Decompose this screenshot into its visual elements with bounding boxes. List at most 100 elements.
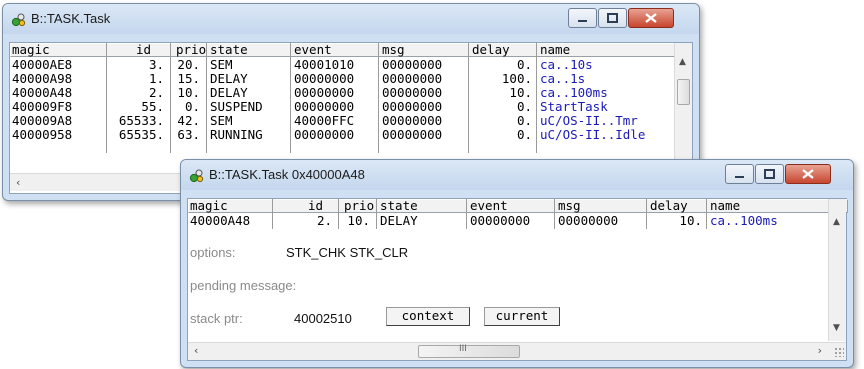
cell-state: RUNNING (210, 127, 263, 142)
col-header-name[interactable]: name (540, 43, 570, 57)
cell-name-link[interactable]: ca..100ms (540, 86, 608, 100)
stack-ptr-label: stack ptr: (190, 311, 243, 326)
col-header-state[interactable]: state (210, 43, 248, 57)
col-header-magic[interactable]: magic (190, 199, 228, 213)
cell-prio: 20. (177, 57, 200, 72)
cell-id: 2. (148, 85, 164, 100)
cell-delay: 10. (679, 213, 702, 228)
horizontal-scroll-thumb[interactable]: III (418, 344, 520, 358)
minimize-button[interactable] (568, 8, 597, 28)
scroll-left-arrow-icon[interactable]: ‹ (16, 176, 20, 189)
cell-id: 65535. (118, 127, 164, 142)
cell-magic: 40000AE8 (12, 57, 73, 72)
task-detail-horizontal-scrollbar[interactable]: ‹ III › (188, 342, 846, 360)
col-header-msg[interactable]: msg (558, 199, 581, 213)
cell-delay: 0. (516, 113, 532, 128)
cell-msg: 00000000 (382, 71, 443, 86)
col-header-state[interactable]: state (380, 199, 418, 213)
cell-event: 00000000 (294, 127, 355, 142)
pending-message-label: pending message: (190, 278, 297, 293)
table-row[interactable]: 40000A98 1. 15. DELAY 00000000 00000000 … (10, 72, 686, 86)
cell-magic: 40000A98 (12, 71, 73, 86)
scroll-up-arrow-icon[interactable]: ▲ (679, 57, 686, 67)
scroll-left-arrow-icon[interactable]: ‹ (194, 344, 198, 357)
current-button[interactable]: current (484, 307, 560, 326)
cell-magic: 40000958 (12, 127, 73, 142)
maximize-icon (607, 13, 618, 23)
cell-name-link[interactable]: uC/OS-II..Tmr (540, 114, 638, 128)
task-detail-titlebar[interactable]: B::TASK.Task 0x40000A48 (181, 160, 853, 190)
context-button[interactable]: context (386, 307, 470, 326)
table-row[interactable]: 40000A48 2. 10. DELAY 00000000 00000000 … (188, 214, 830, 228)
cell-prio: 10. (347, 213, 370, 228)
cell-state: SUSPEND (210, 99, 263, 114)
col-header-delay[interactable]: delay (472, 43, 510, 57)
cell-prio: 15. (177, 71, 200, 86)
col-header-prio[interactable]: prio (176, 43, 206, 57)
col-header-magic[interactable]: magic (12, 43, 50, 57)
scroll-up-arrow-icon[interactable]: ▲ (833, 217, 840, 227)
col-header-delay[interactable]: delay (650, 199, 688, 213)
close-button[interactable] (628, 8, 674, 28)
cell-name-link[interactable]: ca..10s (540, 58, 593, 72)
task-detail-window: B::TASK.Task 0x40000A48 magic id prio st… (180, 159, 854, 368)
options-value: STK_CHK STK_CLR (286, 245, 409, 260)
task-list-vertical-scrollbar[interactable]: ▲ (674, 43, 692, 171)
cell-id: 3. (148, 57, 164, 72)
close-icon (645, 13, 657, 23)
cell-id: 55. (141, 99, 164, 114)
cell-name-link[interactable]: ca..100ms (710, 214, 778, 228)
cell-name-link[interactable]: ca..1s (540, 72, 585, 86)
cell-delay: 10. (509, 85, 532, 100)
close-icon (802, 169, 814, 179)
cell-id: 2. (316, 213, 332, 228)
col-header-name[interactable]: name (710, 199, 740, 213)
maximize-button[interactable] (755, 164, 784, 184)
col-header-id[interactable]: id (308, 199, 323, 213)
table-row[interactable]: 40000AE8 3. 20. SEM 40001010 00000000 0.… (10, 58, 686, 72)
cell-msg: 00000000 (382, 57, 443, 72)
cell-event: 00000000 (470, 213, 531, 228)
minimize-button[interactable] (725, 164, 754, 184)
cell-prio: 63. (177, 127, 200, 142)
col-header-prio[interactable]: prio (344, 199, 374, 213)
table-row[interactable]: 400009F8 55. 0. SUSPEND 00000000 0000000… (10, 100, 686, 114)
cell-event: 40001010 (294, 57, 355, 72)
minimize-icon (735, 176, 744, 178)
cell-name-link[interactable]: uC/OS-II..Idle (540, 128, 645, 142)
maximize-icon (764, 169, 775, 179)
col-header-msg[interactable]: msg (382, 43, 405, 57)
col-header-id[interactable]: id (136, 43, 151, 57)
cell-delay: 100. (501, 71, 532, 86)
cell-state: DELAY (380, 213, 418, 228)
task-table-header (10, 43, 690, 57)
table-row[interactable]: 400009A8 65533. 42. SEM 40000FFC 0000000… (10, 114, 686, 128)
resize-grip-icon[interactable] (834, 347, 844, 357)
task-list-titlebar[interactable]: B::TASK.Task (3, 4, 699, 34)
scroll-right-arrow-icon[interactable]: › (818, 344, 822, 357)
maximize-button[interactable] (598, 8, 627, 28)
minimize-icon (578, 20, 587, 22)
task-detail-app-icon (189, 169, 204, 183)
close-button[interactable] (785, 164, 831, 184)
task-detail-vertical-scrollbar[interactable]: ▲ ▼ (828, 199, 846, 341)
cell-state: DELAY (210, 85, 248, 100)
cell-prio: 42. (177, 113, 200, 128)
task-detail-title: B::TASK.Task 0x40000A48 (209, 167, 365, 182)
cell-delay: 0. (516, 57, 532, 72)
cell-name-link[interactable]: StartTask (540, 100, 608, 114)
col-header-event[interactable]: event (294, 43, 332, 57)
cell-event: 00000000 (294, 71, 355, 86)
vertical-scroll-thumb[interactable] (677, 79, 690, 105)
cell-event: 00000000 (294, 85, 355, 100)
col-header-event[interactable]: event (470, 199, 508, 213)
table-row[interactable]: 40000958 65535. 63. RUNNING 00000000 000… (10, 128, 686, 142)
cell-id: 65533. (118, 113, 164, 128)
cell-state: SEM (210, 113, 233, 128)
cell-event: 00000000 (294, 99, 355, 114)
cell-delay: 0. (516, 99, 532, 114)
cell-state: SEM (210, 57, 233, 72)
table-row[interactable]: 40000A48 2. 10. DELAY 00000000 00000000 … (10, 86, 686, 100)
cell-id: 1. (148, 71, 164, 86)
scroll-down-arrow-icon[interactable]: ▼ (833, 323, 840, 333)
